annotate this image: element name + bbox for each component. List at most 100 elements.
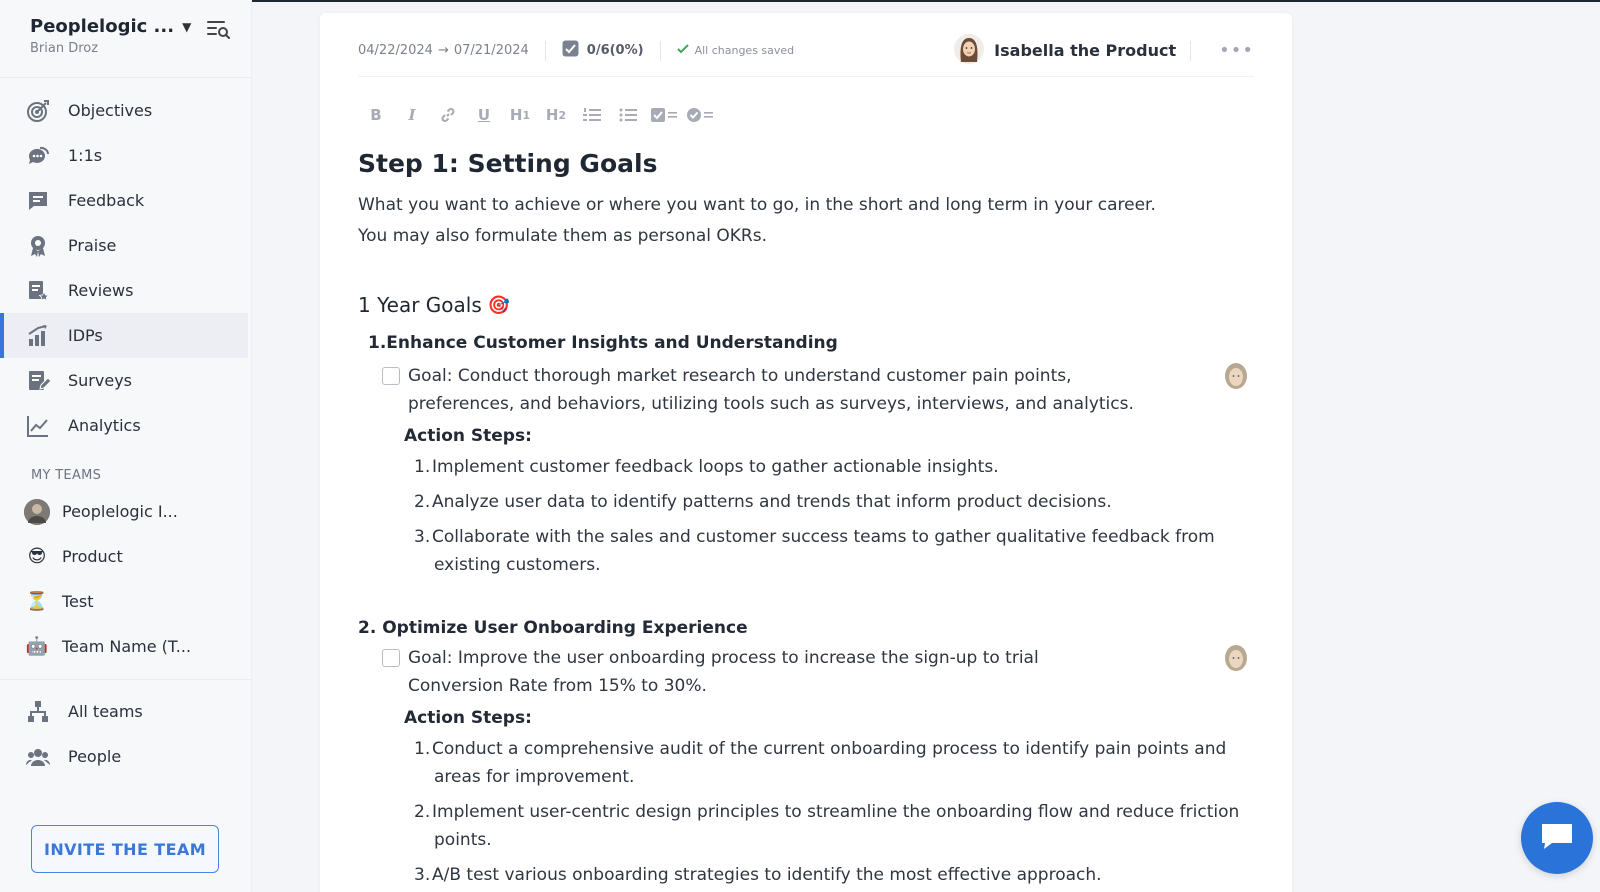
step-number: 2. [414,802,431,822]
document-owner[interactable]: Isabella the Product [954,33,1176,68]
intro-paragraph: What you want to achieve or where you wa… [358,190,1248,252]
nav-item-label: Feedback [68,191,145,210]
nav-item-label: 1:1s [68,146,103,165]
arrow-right-icon: → [437,43,449,58]
goal-task: Goal: Improve the user onboarding proces… [358,644,1248,700]
teams-list: Peoplelogic I... 😎 Product ⏳ Test 🤖 Team… [0,489,248,669]
checklist-icon[interactable] [646,101,682,129]
invite-team-button[interactable]: INVITE THE TEAM [31,825,219,873]
main-nav: Objectives 1:1s Feedback Praise Reviews … [0,88,248,448]
intro-line: What you want to achieve or where you wa… [358,195,1156,215]
done-list-icon[interactable] [682,101,718,129]
target-icon [26,99,50,123]
line-chart-icon [26,414,50,438]
people-icon [26,745,50,769]
team-avatar: 🤖 [25,636,49,657]
action-steps-heading: Action Steps: [404,708,532,728]
team-item[interactable]: Peoplelogic I... [0,489,248,534]
nav-item-analytics[interactable]: Analytics [0,403,248,448]
step-number: 3. [414,527,431,547]
bullet-list-icon[interactable] [610,101,646,129]
nav-item-reviews[interactable]: Reviews [0,268,248,313]
chat-launcher-button[interactable] [1521,802,1593,874]
action-step: 2. Analyze user data to identify patterns… [414,488,1248,516]
step-line: Implement customer feedback loops to gat… [432,457,999,477]
team-item[interactable]: 😎 Product [0,534,248,579]
nav-item-all-teams[interactable]: All teams [0,689,248,734]
nav-item-label: All teams [68,702,143,721]
assignee-avatar[interactable] [1224,362,1248,390]
action-step: 1. Implement customer feedback loops to g… [414,453,1248,481]
goal-number: 2. [358,618,377,638]
team-item[interactable]: 🤖 Team Name (T... [0,624,248,669]
section-heading: 1 Year Goals 🎯 [358,293,1248,317]
date-range[interactable]: 04/22/2024 → 07/21/2024 [358,43,529,58]
divider [1190,40,1192,61]
nav-item-objectives[interactable]: Objectives [0,88,248,133]
team-item[interactable]: ⏳ Test [0,579,248,624]
team-label: Team Name (T... [62,637,192,656]
bottom-nav: All teams People [0,689,248,779]
task-line: Conversion Rate from 15% to 30%. [408,676,707,696]
assignee-avatar[interactable] [1224,644,1248,672]
divider [544,40,546,61]
task-line: Goal: Improve the user onboarding proces… [408,648,1039,668]
heading-2-icon[interactable]: H2 [538,101,574,129]
document-header: 04/22/2024 → 07/21/2024 0/6(0%) All chan… [358,31,1254,77]
survey-icon [26,369,50,393]
action-step: 2. Implement user-centric design principl… [414,798,1248,854]
nav-item-surveys[interactable]: Surveys [0,358,248,403]
step-line: Conduct a comprehensive audit of the cur… [432,739,1227,759]
task-text: Goal: Conduct thorough market research t… [408,362,1134,418]
nav-item-label: People [68,747,122,766]
goal-task: Goal: Conduct thorough market research t… [358,362,1248,418]
workspace-switcher[interactable]: Peoplelogic ... ▼ Brian Droz [30,16,230,56]
heading-1-icon[interactable]: H1 [502,101,538,129]
action-steps-list: 1. Implement customer feedback loops to g… [358,453,1248,579]
nav-item-people[interactable]: People [0,734,248,779]
step-text: Analyze user data to identify patterns a… [432,488,1112,516]
step-number: 3. [414,865,431,885]
nav-item-praise[interactable]: Praise [0,223,248,268]
step-text: Implement user-centric design principles… [432,798,1239,854]
bold-icon[interactable]: B [358,101,394,129]
step-number: 1. [414,457,431,477]
underline-icon[interactable]: U [466,101,502,129]
save-status-text: All changes saved [694,44,795,57]
workspace-name[interactable]: Peoplelogic ... [30,16,174,37]
ordered-list-icon[interactable] [574,101,610,129]
nav-item-idps[interactable]: IDPs [0,313,248,358]
step-line: A/B test various onboarding strategies t… [432,865,1102,885]
italic-icon[interactable]: I [394,101,430,129]
task-checkbox[interactable] [382,649,400,667]
nav-item-one-on-ones[interactable]: 1:1s [0,133,248,178]
step-line: existing customers. [434,555,601,575]
action-steps-heading: Action Steps: [404,426,532,446]
nav-item-feedback[interactable]: Feedback [0,178,248,223]
task-line: Goal: Conduct thorough market research t… [408,366,1072,386]
task-line: preferences, and behaviors, utilizing to… [408,394,1134,414]
action-steps-list: 1. Conduct a comprehensive audit of the c… [358,735,1248,889]
link-icon[interactable] [430,101,466,129]
step-line: areas for improvement. [434,767,635,787]
more-options-button[interactable]: ••• [1219,40,1254,61]
nav-item-label: Praise [68,236,117,255]
nav-item-label: Reviews [68,281,134,300]
progress-indicator: 0/6(0%) [562,40,644,61]
step-line: Analyze user data to identify patterns a… [432,492,1112,512]
nav-item-label: Analytics [68,416,141,435]
task-checkbox[interactable] [382,367,400,385]
growth-chart-icon [26,324,50,348]
nav-item-label: Objectives [68,101,153,120]
task-text: Goal: Improve the user onboarding proces… [408,644,1039,700]
document-body[interactable]: Step 1: Setting Goals What you want to a… [358,139,1248,889]
chevron-down-icon[interactable]: ▼ [182,20,191,34]
step-text: Conduct a comprehensive audit of the cur… [432,735,1226,791]
teams-heading: MY TEAMS [31,468,102,483]
chat-icon [1540,821,1574,855]
idp-document: 04/22/2024 → 07/21/2024 0/6(0%) All chan… [320,13,1292,892]
review-icon [26,279,50,303]
feedback-icon [26,189,50,213]
action-step: 1. Conduct a comprehensive audit of the c… [414,735,1248,791]
menu-search-icon[interactable] [206,18,232,40]
